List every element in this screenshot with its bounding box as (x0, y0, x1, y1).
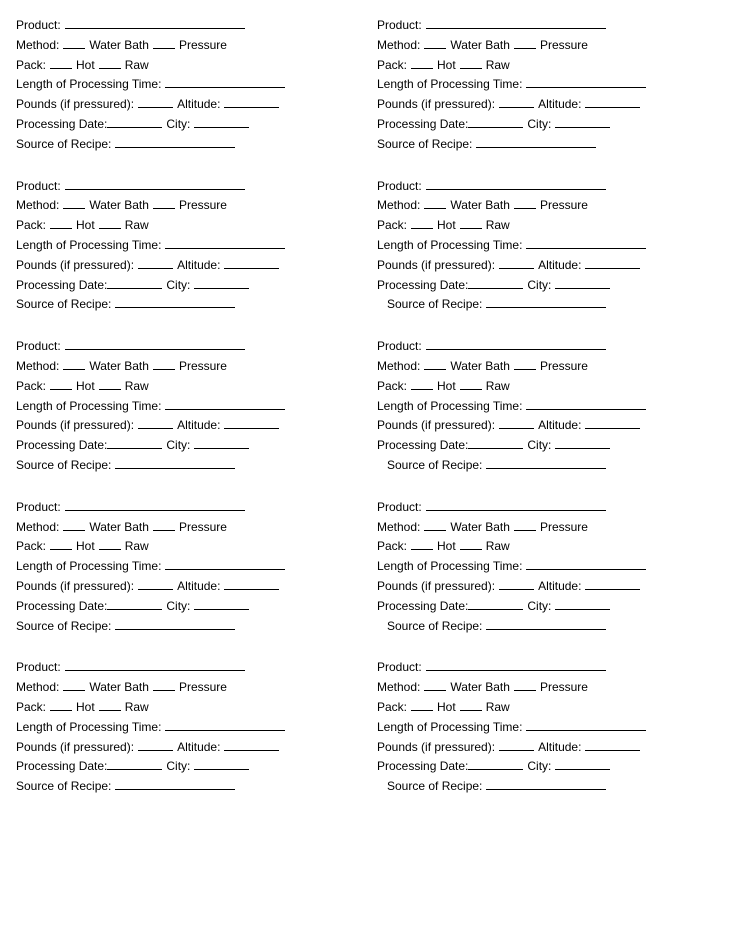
water-bath-label: Water Bath (89, 36, 149, 56)
card-3: Product: Method: Water Bath Pressure Pac… (12, 171, 363, 326)
source-field (115, 147, 235, 148)
altitude-label: Altitude: (177, 95, 220, 115)
product-line: Product: (377, 16, 720, 36)
method-label: Method: (16, 36, 59, 56)
source-line: Source of Recipe: (16, 135, 359, 155)
method-line: Method: Water Bath Pressure (16, 36, 359, 56)
product-field (65, 28, 245, 29)
length-field (165, 87, 285, 88)
card-7: Product: Method: Water Bath Pressure Pac… (12, 492, 363, 647)
method-blank1 (63, 48, 85, 49)
hot-label: Hot (76, 56, 95, 76)
length-line: Length of Processing Time: (16, 75, 359, 95)
pack-label: Pack: (16, 56, 46, 76)
pounds-line: Pounds (if pressured): Altitude: (16, 95, 359, 115)
pressure-label: Pressure (179, 36, 227, 56)
pack-blank1 (50, 68, 72, 69)
date-line: Processing Date: City: (16, 115, 359, 135)
pack-blank2 (99, 68, 121, 69)
card-10: Product: Method: Water Bath Pressure Pac… (373, 652, 724, 807)
raw-label: Raw (125, 56, 149, 76)
pounds-label: Pounds (if pressured): (16, 95, 134, 115)
cards-grid: Product: Method: Water Bath Pressure Pac… (12, 10, 724, 807)
pack-line: Pack: Hot Raw (16, 56, 359, 76)
product-line: Product: (16, 16, 359, 36)
product-label: Product: (16, 16, 61, 36)
card-2: Product: Method: Water Bath Pressure Pac… (373, 10, 724, 165)
city-field (194, 127, 249, 128)
card-4: Product: Method: Water Bath Pressure Pac… (373, 171, 724, 326)
card-5: Product: Method: Water Bath Pressure Pac… (12, 331, 363, 486)
pounds-field (138, 107, 173, 108)
city-label: City: (166, 115, 190, 135)
date-field (107, 127, 162, 128)
altitude-field (224, 107, 279, 108)
card-6: Product: Method: Water Bath Pressure Pac… (373, 331, 724, 486)
card-9: Product: Method: Water Bath Pressure Pac… (12, 652, 363, 807)
card-8: Product: Method: Water Bath Pressure Pac… (373, 492, 724, 647)
source-label: Source of Recipe: (16, 135, 111, 155)
method-blank2 (153, 48, 175, 49)
date-label: Processing Date: (16, 115, 107, 135)
card-1: Product: Method: Water Bath Pressure Pac… (12, 10, 363, 165)
length-label: Length of Processing Time: (16, 75, 161, 95)
